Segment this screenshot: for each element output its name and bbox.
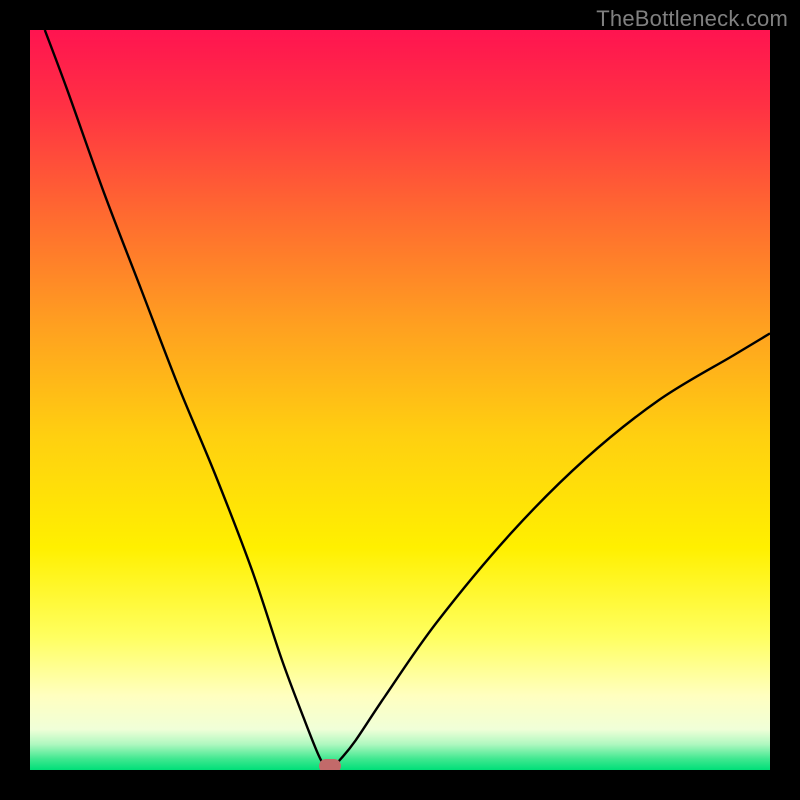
bottleneck-curve bbox=[30, 30, 770, 770]
plot-area bbox=[30, 30, 770, 770]
chart-frame: TheBottleneck.com bbox=[0, 0, 800, 800]
optimal-marker bbox=[319, 759, 341, 770]
watermark-text: TheBottleneck.com bbox=[596, 6, 788, 32]
